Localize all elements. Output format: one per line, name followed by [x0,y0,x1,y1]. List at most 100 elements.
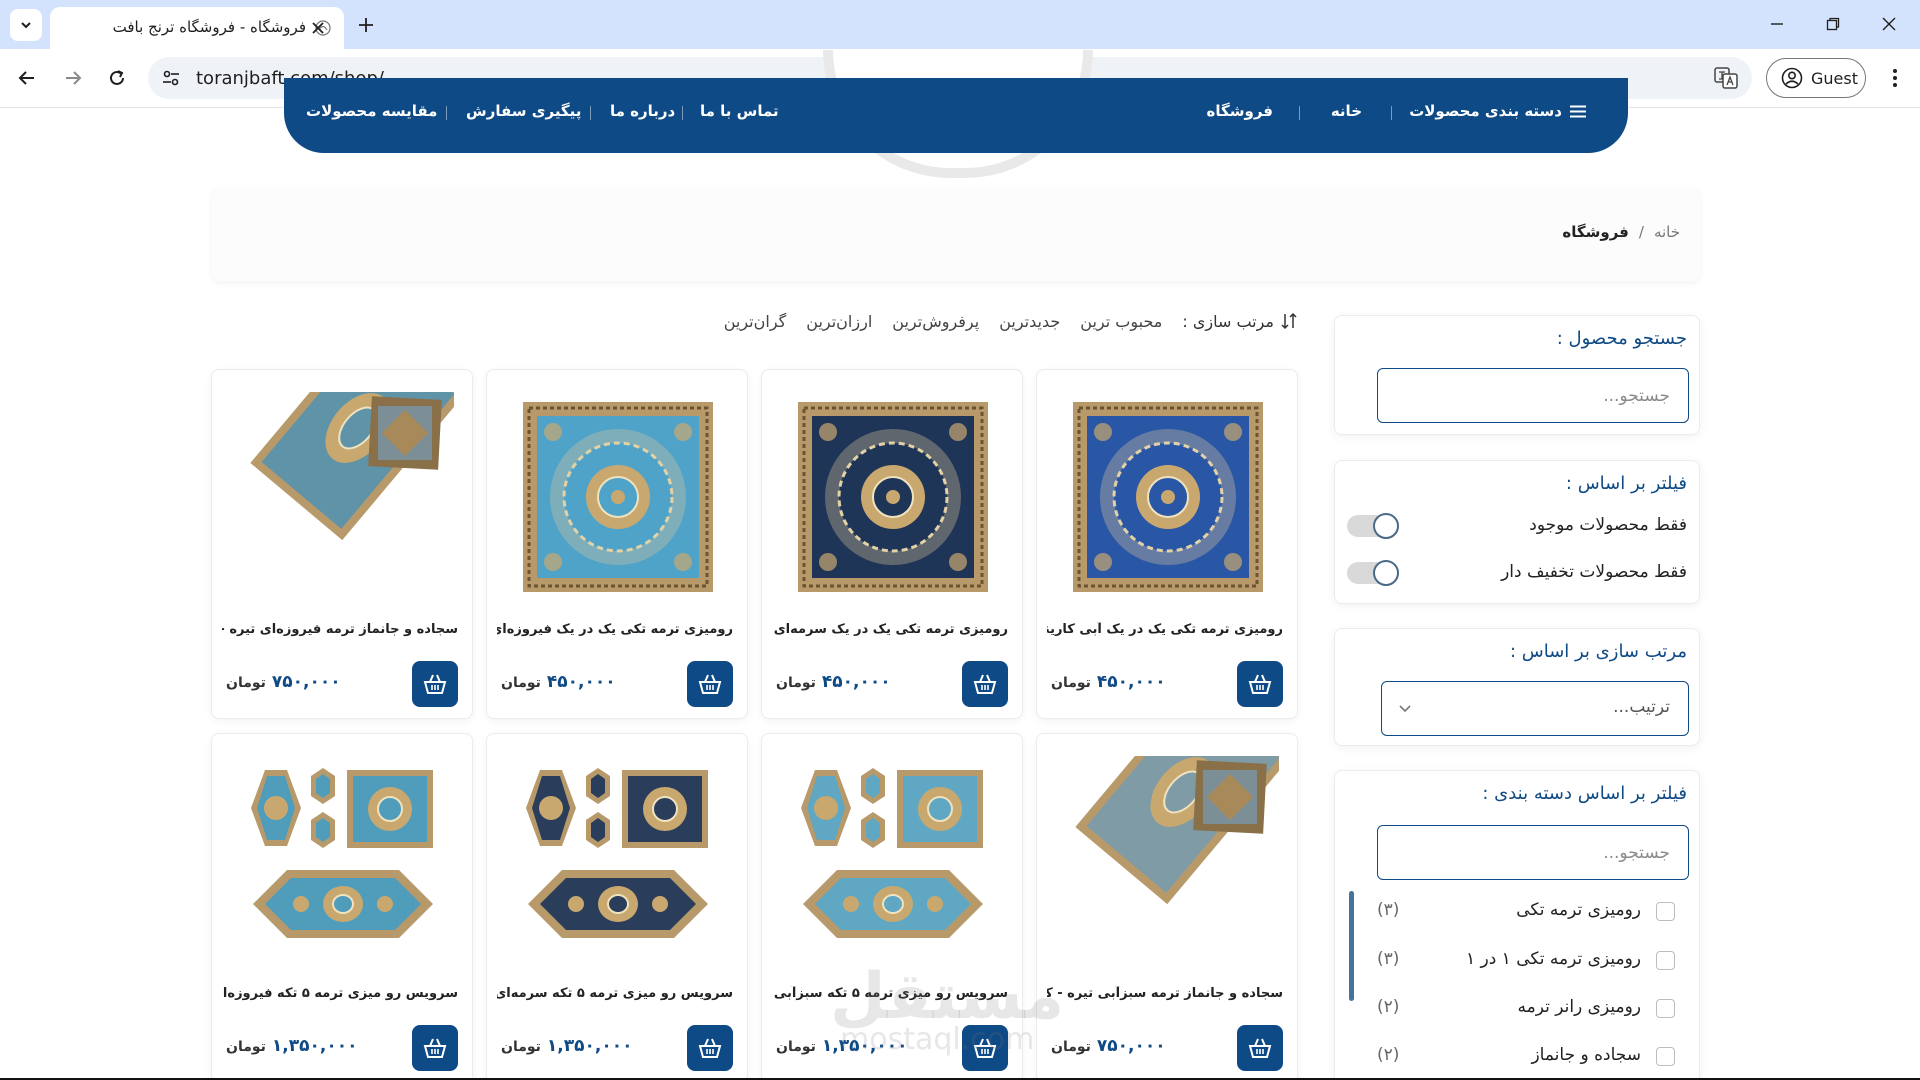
product-title[interactable]: سرویس رو میزی ترمه ۵ تکه فیروزه‌ای... [222,986,458,1001]
price-currency: تومان [226,1039,266,1055]
price-currency: تومان [501,675,541,691]
product-price: ۱,۳۵۰,۰۰۰ تومان [226,1036,357,1056]
new-tab-button[interactable] [352,11,380,39]
price-value: ۷۵۰,۰۰۰ [1096,1036,1166,1056]
product-image[interactable] [507,756,729,966]
price-currency: تومان [1051,1039,1091,1055]
product-price: ۱,۳۵۰,۰۰۰ تومان [501,1036,632,1056]
category-checkbox[interactable] [1656,902,1675,921]
site-settings-icon[interactable] [160,67,182,89]
product-card[interactable]: رومیزی ترمه تکی یک در یک آبی کارینـ... ۴… [1036,369,1298,719]
sort-option-popular[interactable]: محبوب ترین [1080,312,1162,331]
chevron-down-icon [1399,705,1411,713]
price-currency: تومان [501,1039,541,1055]
tab-title: فروشگاه - فروشگاه ترنج بافت [112,18,306,36]
category-item[interactable]: رومیزی ترمه تکی (۳) [1365,896,1675,926]
product-card[interactable]: سجاده و جانماز ترمه سبزآبی تیره - کد... … [1036,733,1298,1080]
back-button[interactable] [10,61,44,95]
sort-option-cheapest[interactable]: ارزان‌ترین [806,312,872,331]
category-scrollbar[interactable] [1349,891,1354,1001]
product-title[interactable]: رومیزی ترمه تکی یک در یک سرمه‌ای -... [772,622,1008,637]
category-item[interactable]: سجاده و جانماز (۲) [1365,1041,1675,1071]
product-search-input[interactable] [1377,368,1689,423]
breadcrumb-current: فروشگاه [1562,223,1629,241]
category-search-input[interactable] [1377,825,1689,880]
basket-icon [698,1038,722,1058]
nav-categories[interactable]: دسته بندی محصولات [1409,102,1586,120]
nav-compare[interactable]: مقایسه محصولات [306,102,437,120]
product-title[interactable]: رومیزی ترمه تکی یک در یک فیروزه‌ای ... [497,622,733,637]
category-checkbox[interactable] [1656,951,1675,970]
product-card[interactable]: سرویس رو میزی ترمه ۵ تکه سرمه‌ای ... ۱,۳… [486,733,748,1080]
nav-order-tracking[interactable]: پیگیری سفارش [466,102,581,120]
tab-search-button[interactable] [10,9,42,41]
add-to-cart-button[interactable] [1237,661,1283,707]
profile-button[interactable]: Guest [1766,58,1866,98]
product-image[interactable] [1057,392,1279,602]
close-window-button[interactable] [1866,8,1912,40]
category-checkbox[interactable] [1656,1047,1675,1066]
product-card[interactable]: سرویس رو میزی ترمه ۵ تکه فیروزه‌ای... ۱,… [211,733,473,1080]
sort-select-value: ترتیب... [1613,697,1670,717]
breadcrumb-home-link[interactable]: خانه [1654,223,1680,241]
add-to-cart-button[interactable] [962,661,1008,707]
nav-about[interactable]: درباره ما [610,102,675,120]
product-image[interactable] [507,392,729,602]
category-widget: فیلتر بر اساس دسته بندی : رومیزی ترمه تک… [1334,770,1700,1080]
sort-option-newest[interactable]: جدیدترین [999,312,1060,331]
translate-icon[interactable] [1714,67,1738,89]
price-currency: تومان [226,675,266,691]
category-name: رومیزی ترمه تکی ۱ در ۱ [1465,949,1641,969]
category-count: (۲) [1377,997,1400,1017]
product-image[interactable] [782,392,1004,602]
sort-option-bestselling[interactable]: پرفروش‌ترین [892,312,979,331]
forward-button[interactable] [56,61,90,95]
category-checkbox[interactable] [1656,999,1675,1018]
arrow-left-icon [18,71,34,85]
add-to-cart-button[interactable] [687,1025,733,1071]
basket-icon [1248,1038,1272,1058]
product-title[interactable]: سرویس رو میزی ترمه ۵ تکه سرمه‌ای ... [497,986,733,1001]
discount-toggle[interactable] [1347,560,1399,586]
breadcrumb-bar: خانه / فروشگاه [212,189,1700,281]
reload-button[interactable] [100,61,134,95]
product-title[interactable]: سجاده و جانماز ترمه فیروزه‌ای تیره - ک..… [222,622,458,637]
product-image[interactable] [782,756,1004,966]
add-to-cart-button[interactable] [412,661,458,707]
add-to-cart-button[interactable] [687,661,733,707]
more-vert-icon [1893,69,1897,87]
nav-home[interactable]: خانه [1331,102,1362,120]
category-item[interactable]: رومیزی رانر ترمه (۲) [1365,993,1675,1023]
arrow-right-icon [66,71,82,85]
close-tab-button[interactable] [306,16,330,40]
browser-menu-button[interactable] [1880,61,1910,95]
product-card[interactable]: سجاده و جانماز ترمه فیروزه‌ای تیره - ک..… [211,369,473,719]
active-tab[interactable]: فروشگاه - فروشگاه ترنج بافت [50,7,344,49]
sort-option-most-expensive[interactable]: گران‌ترین [724,312,787,331]
price-value: ۴۵۰,۰۰۰ [546,672,616,692]
nav-divider [590,106,591,120]
product-image[interactable] [1057,756,1279,966]
add-to-cart-button[interactable] [412,1025,458,1071]
sort-select[interactable]: ترتیب... [1381,681,1689,736]
add-to-cart-button[interactable] [1237,1025,1283,1071]
category-count: (۳) [1377,949,1400,969]
minimize-button[interactable] [1754,8,1800,40]
sort-label-text: مرتب سازی : [1182,311,1274,331]
product-image[interactable] [232,392,454,602]
nav-shop[interactable]: فروشگاه [1207,102,1273,120]
nav-divider [682,106,683,120]
category-name: رومیزی ترمه تکی [1516,900,1641,920]
product-card[interactable]: رومیزی ترمه تکی یک در یک فیروزه‌ای ... ۴… [486,369,748,719]
nav-contact[interactable]: تماس با ما [700,102,779,120]
product-title[interactable]: رومیزی ترمه تکی یک در یک آبی کارینـ... [1047,622,1283,637]
basket-icon [423,674,447,694]
minimize-icon [1771,23,1783,25]
in-stock-toggle[interactable] [1347,513,1399,539]
product-image[interactable] [232,756,454,966]
category-item[interactable]: رومیزی ترمه تکی ۱ در ۱ (۳) [1365,945,1675,975]
product-card[interactable]: رومیزی ترمه تکی یک در یک سرمه‌ای -... ۴۵… [761,369,1023,719]
product-title[interactable]: سجاده و جانماز ترمه سبزآبی تیره - کد... [1047,986,1283,1001]
restore-button[interactable] [1810,8,1856,40]
site-logo[interactable] [935,100,983,128]
